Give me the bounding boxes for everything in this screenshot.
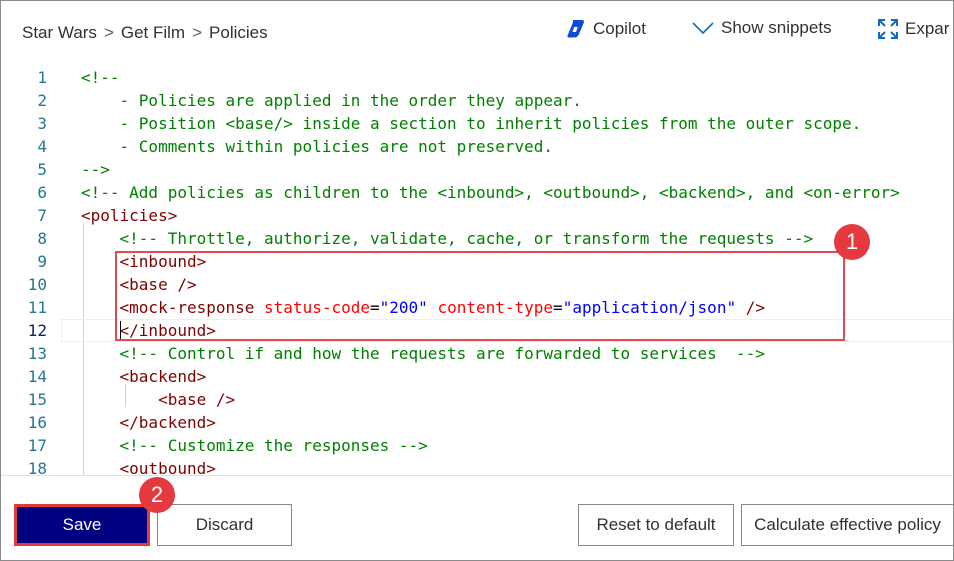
- reset-to-default-button[interactable]: Reset to default: [578, 504, 734, 546]
- code-token-comment: <!--: [81, 68, 120, 87]
- save-button[interactable]: Save: [14, 504, 150, 546]
- code-token-tag: <outbound>: [119, 459, 216, 475]
- line-number: 16: [27, 413, 47, 432]
- line-number: 2: [37, 91, 47, 110]
- code-token-tag: <base />: [158, 390, 236, 409]
- code-text: <!-- Control if and how the requests are…: [81, 342, 765, 365]
- code-token-comment: <!-- Customize the responses -->: [81, 436, 428, 455]
- expand-button[interactable]: Expar: [877, 18, 949, 40]
- expand-label: Expar: [905, 19, 950, 38]
- discard-button[interactable]: Discard: [157, 504, 292, 546]
- copilot-icon: [567, 20, 584, 38]
- code-text: </backend>: [81, 411, 216, 434]
- line-number: 5: [37, 160, 47, 179]
- breadcrumb: Star Wars > Get Film > Policies: [22, 23, 268, 43]
- code-token-comment: - Comments within policies are not prese…: [81, 137, 554, 156]
- code-token-comment: - Position <base/> inside a section to i…: [81, 114, 862, 133]
- breadcrumb-item-policies: Policies: [209, 23, 268, 42]
- breadcrumb-separator: >: [103, 23, 114, 42]
- line-number: 18: [27, 459, 47, 475]
- callout-badge-1: 1: [834, 224, 870, 260]
- code-line[interactable]: 7 <policies>: [1, 204, 953, 227]
- code-text: <!-- Add policies as children to the <in…: [81, 181, 900, 204]
- line-number: 13: [27, 344, 47, 363]
- line-number: 4: [37, 137, 47, 156]
- code-token-comment: -->: [81, 160, 110, 179]
- line-number: 12: [27, 321, 47, 340]
- line-number: 10: [27, 275, 47, 294]
- header-bar: Star Wars > Get Film > Policies Copilot Show…: [1, 1, 953, 61]
- code-line[interactable]: 17 <!-- Customize the responses -->: [1, 434, 953, 457]
- code-line[interactable]: 5 -->: [1, 158, 953, 181]
- code-text: <base />: [81, 388, 235, 411]
- line-number: 3: [37, 114, 47, 133]
- code-text: <policies>: [81, 204, 177, 227]
- code-editor[interactable]: 1 <!-- 2 - Policies are applied in the ord…: [1, 63, 953, 475]
- code-line[interactable]: 15 <base />: [1, 388, 953, 411]
- code-token-tag: <policies>: [81, 206, 178, 225]
- code-line[interactable]: 16 </backend>: [1, 411, 953, 434]
- code-line[interactable]: 8 <!-- Throttle, authorize, validate, ca…: [1, 227, 953, 250]
- code-text: <outbound>: [81, 457, 216, 475]
- show-snippets-label: Show snippets: [721, 18, 832, 37]
- line-number: 1: [37, 68, 47, 87]
- line-number: 14: [27, 367, 47, 386]
- code-token-comment: <!-- Add policies as children to the <in…: [81, 183, 900, 202]
- breadcrumb-separator: >: [192, 23, 203, 42]
- line-number: 9: [37, 252, 47, 271]
- code-text: - Position <base/> inside a section to i…: [81, 112, 862, 135]
- code-token-comment: <!-- Control if and how the requests are…: [81, 344, 765, 363]
- breadcrumb-item-api[interactable]: Star Wars: [22, 23, 97, 42]
- chevron-down-icon: [692, 22, 714, 35]
- code-line[interactable]: 14 <backend>: [1, 365, 953, 388]
- code-line[interactable]: 4 - Comments within policies are not pre…: [1, 135, 953, 158]
- code-token-comment: - Policies are applied in the order they…: [81, 91, 582, 110]
- line-number: 15: [27, 390, 47, 409]
- line-number: 7: [37, 206, 47, 225]
- code-line[interactable]: 2 - Policies are applied in the order th…: [1, 89, 953, 112]
- code-text: <backend>: [81, 365, 207, 388]
- inbound-highlight-box: [115, 251, 845, 341]
- code-line[interactable]: 3 - Position <base/> inside a section to…: [1, 112, 953, 135]
- code-token-comment: <!-- Throttle, authorize, validate, cach…: [81, 229, 814, 248]
- show-snippets-button[interactable]: Show snippets: [691, 18, 832, 38]
- breadcrumb-item-operation[interactable]: Get Film: [121, 23, 185, 42]
- callout-badge-2: 2: [139, 477, 175, 513]
- code-text: <!-- Customize the responses -->: [81, 434, 428, 457]
- calculate-effective-policy-button[interactable]: Calculate effective policy: [741, 504, 953, 546]
- copilot-button[interactable]: Copilot: [565, 18, 646, 40]
- code-text: - Policies are applied in the order they…: [81, 89, 582, 112]
- line-number: 11: [27, 298, 47, 317]
- policy-editor-window: Star Wars > Get Film > Policies Copilot Show…: [0, 0, 954, 561]
- copilot-label: Copilot: [593, 19, 646, 38]
- line-number: 17: [27, 436, 47, 455]
- code-text: <!--: [81, 66, 120, 89]
- line-number: 8: [37, 229, 47, 248]
- code-line[interactable]: 18 <outbound>: [1, 457, 953, 475]
- code-line[interactable]: 1 <!--: [1, 66, 953, 89]
- code-token-tag: </backend>: [119, 413, 216, 432]
- code-text: <!-- Throttle, authorize, validate, cach…: [81, 227, 814, 250]
- line-number: 6: [37, 183, 47, 202]
- code-text: -->: [81, 158, 110, 181]
- expand-icon: [878, 19, 898, 39]
- code-line[interactable]: 6 <!-- Add policies as children to the <i…: [1, 181, 953, 204]
- code-text: - Comments within policies are not prese…: [81, 135, 553, 158]
- code-token-tag: <backend>: [119, 367, 207, 386]
- code-line[interactable]: 13 <!-- Control if and how the requests …: [1, 342, 953, 365]
